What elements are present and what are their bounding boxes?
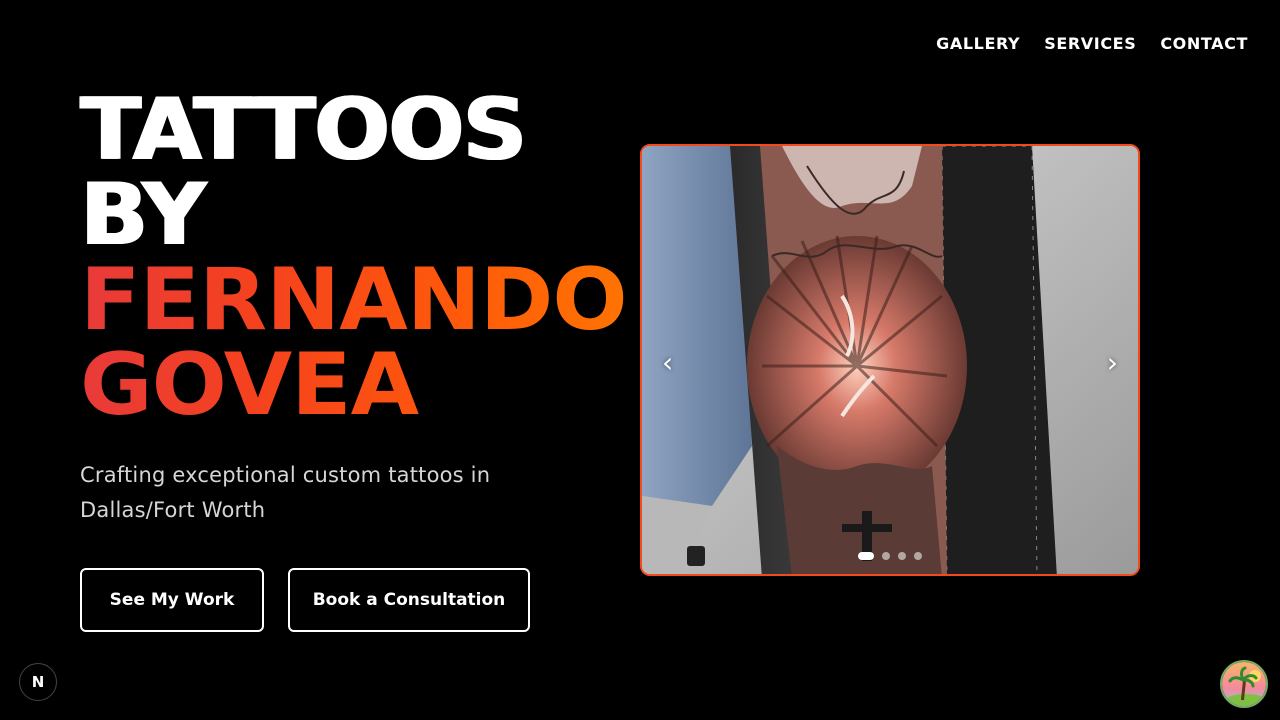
- hero-title-line-2: BY: [80, 165, 206, 265]
- carousel-slide-image: [642, 146, 1138, 574]
- hero-title-line-3: FERNANDO: [80, 258, 650, 343]
- carousel-dot-3[interactable]: [898, 552, 906, 560]
- hero-title-highlight: FERNANDO: [80, 258, 650, 343]
- nav-gallery-link[interactable]: GALLERY: [936, 34, 1020, 53]
- nav-contact-link[interactable]: CONTACT: [1160, 34, 1248, 53]
- carousel-dot-1[interactable]: [858, 552, 874, 560]
- carousel-dot-4[interactable]: [914, 552, 922, 560]
- hero-title: TATTOOS BY FERNANDO GOVEA: [80, 87, 650, 428]
- carousel-dot-2[interactable]: [882, 552, 890, 560]
- tattoo-carousel: ‹ ›: [640, 144, 1140, 576]
- nextjs-dev-badge[interactable]: N: [19, 663, 57, 701]
- nav-services-link[interactable]: SERVICES: [1044, 34, 1136, 53]
- carousel-pagination: [858, 552, 922, 560]
- hero-tagline: Crafting exceptional custom tattoos in D…: [80, 463, 491, 522]
- n-logo-icon: N: [31, 673, 45, 691]
- palm-beach-icon: [1222, 662, 1266, 706]
- top-nav: GALLERY SERVICES CONTACT: [936, 34, 1248, 53]
- hero-title-line-4: GOVEA: [80, 342, 667, 428]
- see-my-work-button[interactable]: See My Work: [80, 568, 264, 632]
- chevron-right-icon[interactable]: ›: [1107, 346, 1118, 379]
- book-consultation-button[interactable]: Book a Consultation: [288, 568, 530, 632]
- hero-title-line-1: TATTOOS: [80, 80, 526, 180]
- avatar[interactable]: [1220, 660, 1268, 708]
- chevron-left-icon[interactable]: ‹: [662, 346, 673, 379]
